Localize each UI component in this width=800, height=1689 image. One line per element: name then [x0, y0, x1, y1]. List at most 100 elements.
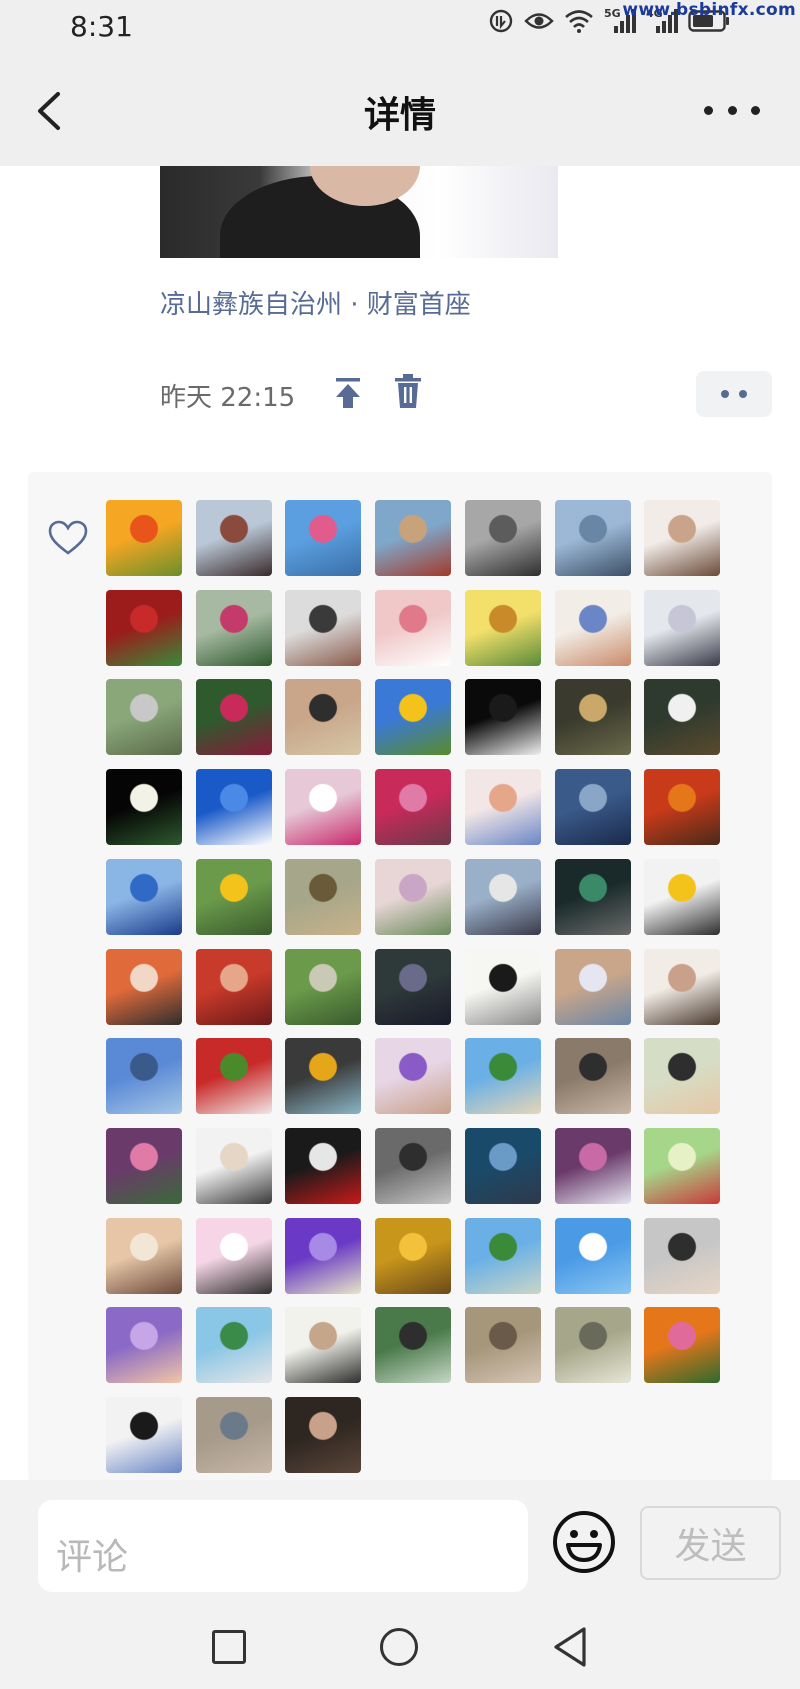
avatar-toddler-bear[interactable]	[464, 769, 541, 846]
avatar-palace-gardens[interactable]	[195, 1307, 272, 1384]
eye-icon	[524, 10, 554, 32]
avatar-man-cap-forest[interactable]	[554, 1307, 631, 1384]
delete-icon[interactable]	[390, 373, 426, 409]
avatar-woman-orange-bg[interactable]	[106, 948, 182, 1025]
avatar-man-in-car[interactable]	[644, 1217, 721, 1294]
avatar-moon-reflection[interactable]	[554, 769, 631, 846]
avatar-yellow-field-mountain[interactable]	[195, 858, 272, 935]
avatar-river-valley[interactable]	[195, 1397, 272, 1473]
avatar-red-apples[interactable]	[195, 948, 272, 1025]
pin-to-top-icon[interactable]	[330, 375, 366, 411]
avatar-sunflower-girl[interactable]	[464, 589, 541, 666]
avatar-white-flowers-dark[interactable]	[106, 769, 182, 846]
comment-placeholder: 评论	[56, 1537, 129, 1578]
avatar-red-seal-card[interactable]	[106, 589, 182, 666]
avatar-sea-horizon[interactable]	[554, 500, 631, 576]
nav-bar: 详情	[0, 56, 800, 166]
avatar-sunset-field[interactable]	[106, 500, 182, 576]
post-time: 昨天 22:15	[160, 383, 296, 413]
avatar-mountain-lake[interactable]	[464, 1217, 541, 1294]
avatar-blue-sky-birds[interactable]	[195, 769, 272, 846]
circle-icon[interactable]	[380, 1628, 418, 1666]
heart-outline-icon	[48, 520, 88, 556]
avatar-woman-red-rose[interactable]	[285, 1127, 362, 1204]
avatar-flower-bouquet[interactable]	[285, 500, 362, 576]
avatar-cartoon-girl[interactable]	[106, 1397, 182, 1473]
avatar-garden-path[interactable]	[285, 948, 362, 1025]
avatar-dark-moon[interactable]	[464, 679, 541, 756]
avatar-woman-dark-hair[interactable]	[285, 1397, 362, 1473]
triangle-back-icon[interactable]	[550, 1626, 590, 1668]
avatar-woman-portrait[interactable]	[644, 500, 721, 576]
avatar-woman-flowers[interactable]	[375, 858, 452, 935]
avatar-building-street[interactable]	[375, 1127, 452, 1204]
avatar-red-flower-plant[interactable]	[195, 589, 272, 666]
avatar-beach-tree-child[interactable]	[464, 1038, 541, 1115]
avatar-white-cat-art[interactable]	[554, 948, 631, 1025]
avatar-baby-hat[interactable]	[554, 589, 631, 666]
avatar-kid-sunglasses[interactable]	[644, 1038, 721, 1115]
avatar-man-portrait[interactable]	[195, 500, 272, 576]
avatar-ocean-waves[interactable]	[106, 858, 182, 935]
avatar-cherries[interactable]	[195, 1038, 272, 1115]
wifi-icon	[564, 9, 594, 33]
send-button[interactable]: 发送	[640, 1506, 781, 1580]
avatar-woman-dog[interactable]	[285, 769, 362, 846]
avatar-cartoon-baby[interactable]	[285, 1307, 362, 1384]
avatar-green-dragon-statue[interactable]	[554, 858, 631, 935]
avatar-lavender-field[interactable]	[106, 1307, 182, 1384]
avatar-person-rocks[interactable]	[106, 679, 182, 756]
avatar-woman-portrait-2[interactable]	[644, 948, 721, 1025]
avatar-food-jar[interactable]	[285, 1038, 362, 1115]
post-meta-row: 昨天 22:15	[160, 371, 780, 423]
avatar-person-car[interactable]	[285, 589, 362, 666]
avatar-city-waterfront[interactable]	[106, 1038, 182, 1115]
avatar-man-dark-room[interactable]	[375, 948, 452, 1025]
avatar-ink-dragon[interactable]	[464, 948, 541, 1025]
avatar-yellow-ginkgo[interactable]	[375, 1217, 452, 1294]
comment-bar: 评论 发送	[0, 1480, 800, 1598]
page-title: 详情	[363, 95, 436, 136]
avatar-pink-roses[interactable]	[375, 589, 452, 666]
network-5g-label: 5G	[604, 7, 621, 20]
avatar-smiling-cloud[interactable]	[554, 1217, 631, 1294]
avatar-gratitude-card[interactable]	[644, 1127, 721, 1204]
avatar-two-women[interactable]	[106, 1217, 182, 1294]
watermark: www.bsbinfx.com	[622, 0, 796, 20]
avatar-red-maple[interactable]	[644, 769, 721, 846]
avatar-waterfall[interactable]	[644, 679, 721, 756]
status-bar: 8:31 5G 4G www.bsbinfx.com	[0, 0, 800, 56]
avatar-woman-white-coat[interactable]	[195, 1127, 272, 1204]
square-icon[interactable]	[212, 1630, 246, 1664]
avatar-cartoon-smile[interactable]	[195, 1217, 272, 1294]
avatar-chickens-grass[interactable]	[285, 858, 362, 935]
more-dots-icon[interactable]	[704, 92, 760, 128]
avatar-purple-crocus[interactable]	[285, 1217, 362, 1294]
emoji-button[interactable]	[552, 1510, 616, 1574]
avatar-sunflower-sky[interactable]	[375, 679, 452, 756]
avatar-flower-arch[interactable]	[106, 1127, 182, 1204]
avatar-family-trees[interactable]	[375, 1307, 452, 1384]
avatar-purple-tree[interactable]	[554, 1127, 631, 1204]
post-photo[interactable]	[160, 166, 558, 258]
avatar-pink-cake[interactable]	[644, 1307, 721, 1384]
post-location[interactable]: 凉山彝族自治州 · 财富首座	[160, 284, 471, 321]
avatar-blue-hydrangea[interactable]	[464, 1127, 541, 1204]
status-time: 8:31	[70, 10, 133, 43]
avatar-woman-blossom[interactable]	[644, 589, 721, 666]
avatar-red-peony[interactable]	[195, 679, 272, 756]
system-nav-bar	[0, 1598, 800, 1689]
avatar-pink-bougainvillea[interactable]	[375, 769, 452, 846]
smiley-icon	[553, 1511, 615, 1573]
avatar-woman-bookshelf[interactable]	[285, 679, 362, 756]
avatar-man-glasses[interactable]	[554, 679, 631, 756]
avatar-gray-figure[interactable]	[464, 500, 541, 576]
nfc-icon	[488, 8, 514, 34]
avatar-woman-purple-bag[interactable]	[375, 1038, 452, 1115]
avatar-child-yellow-hat[interactable]	[644, 858, 721, 935]
avatar-lake-mountain-person[interactable]	[375, 500, 452, 576]
avatar-woman-stone-wall[interactable]	[554, 1038, 631, 1115]
avatar-woman-sitting[interactable]	[464, 858, 541, 935]
comment-dots-icon[interactable]	[696, 371, 772, 417]
avatar-rocky-dog[interactable]	[464, 1307, 541, 1384]
